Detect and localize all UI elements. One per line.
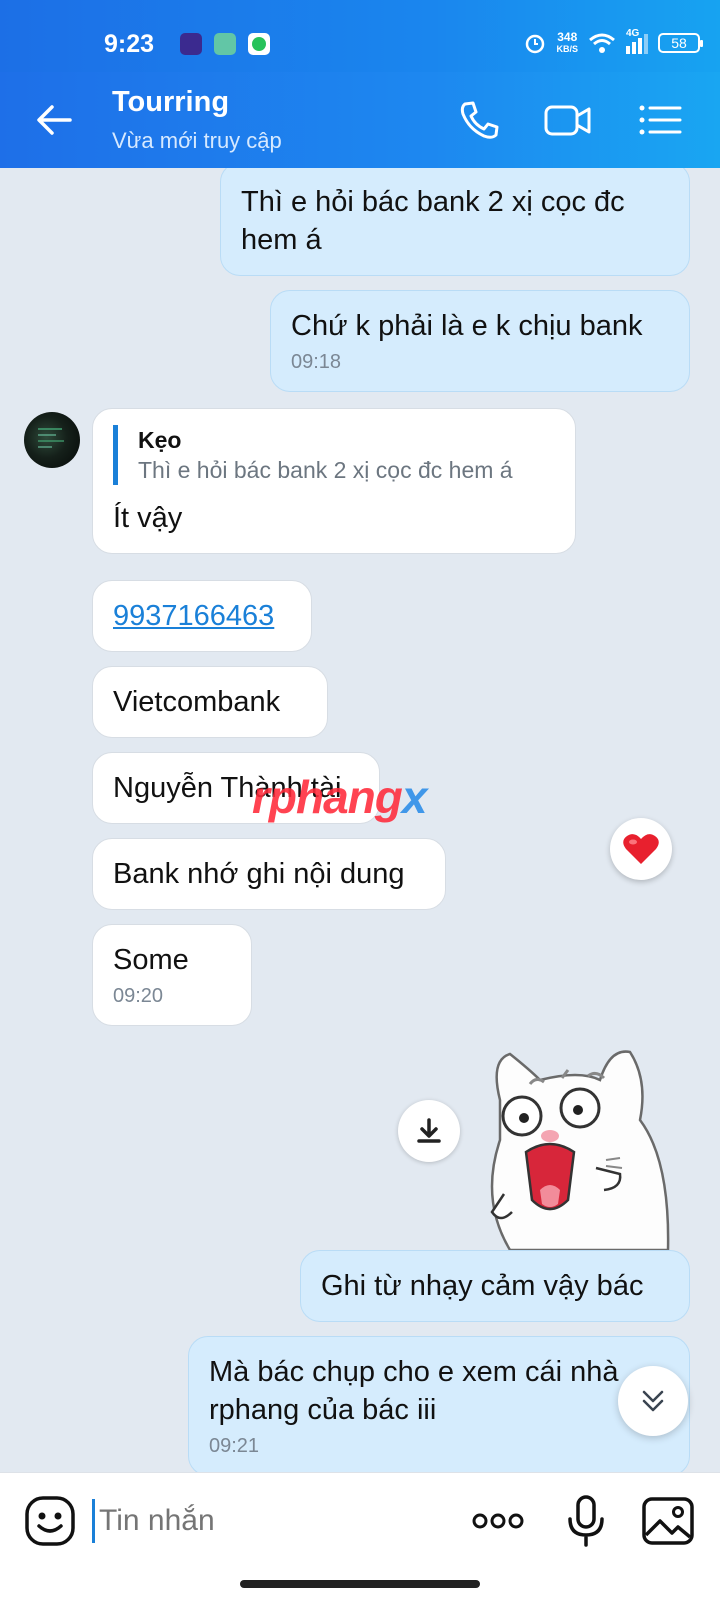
status-bar: 9:23 348 KB/S 4G 58 bbox=[0, 0, 720, 72]
emoji-icon[interactable] bbox=[22, 1493, 78, 1549]
alarm-icon bbox=[526, 34, 545, 54]
chat-notification-icon bbox=[248, 33, 270, 55]
quoted-text: Thì e hỏi bác bank 2 xị cọc đc hem á bbox=[138, 457, 513, 483]
message-text: Mà bác chụp cho e xem cái nhà rphang của… bbox=[209, 1356, 619, 1426]
image-icon[interactable] bbox=[640, 1493, 696, 1549]
phone-icon[interactable] bbox=[456, 98, 504, 142]
message-text: Vietcombank bbox=[113, 686, 281, 718]
status-time: 9:23 bbox=[104, 30, 155, 58]
video-call-icon[interactable] bbox=[544, 98, 592, 142]
battery-icon: 58 bbox=[658, 33, 703, 53]
chat-header: Tourring Vừa mới truy cập bbox=[0, 72, 720, 168]
app-notification-icon bbox=[180, 33, 202, 55]
home-gesture-bar[interactable] bbox=[240, 1580, 480, 1588]
message-time: 09:20 bbox=[113, 985, 164, 1007]
wifi-icon bbox=[589, 33, 615, 53]
quoted-sender: Kẹo bbox=[138, 427, 182, 453]
message-text: Ghi từ nhạy cảm vậy bác bbox=[321, 1270, 644, 1302]
network-speed: 348 KB/S bbox=[556, 30, 578, 54]
back-arrow-icon[interactable] bbox=[34, 100, 74, 140]
message-input[interactable] bbox=[92, 1499, 452, 1543]
message-bubble-incoming[interactable]: Some 09:20 bbox=[92, 924, 252, 1026]
double-chevron-down-icon bbox=[642, 1390, 664, 1412]
message-bubble-outgoing[interactable]: Thì e hỏi bác bank 2 xị cọc đc hem á bbox=[220, 168, 690, 276]
system-nav-bar bbox=[0, 1568, 720, 1600]
cell-signal-icon: 4G bbox=[626, 28, 648, 54]
message-bubble-incoming[interactable]: Kẹo Thì e hỏi bác bank 2 xị cọc đc hem á… bbox=[92, 408, 576, 554]
message-time: 09:18 bbox=[291, 351, 342, 373]
download-notification-icon bbox=[214, 33, 236, 55]
more-dots-icon[interactable] bbox=[470, 1493, 526, 1549]
heart-icon bbox=[623, 834, 659, 864]
scroll-to-bottom-button[interactable] bbox=[618, 1366, 688, 1436]
message-input-bar bbox=[0, 1472, 720, 1568]
message-bubble-outgoing[interactable]: Mà bác chụp cho e xem cái nhà rphang của… bbox=[188, 1336, 690, 1472]
message-bubble-incoming[interactable]: 9937166463 bbox=[92, 580, 312, 652]
contact-status: Vừa mới truy cập bbox=[112, 128, 282, 153]
message-bubble-outgoing[interactable]: Chứ k phải là e k chịu bank 09:18 bbox=[270, 290, 690, 392]
watermark: rphangx bbox=[252, 771, 427, 823]
message-list[interactable]: Thì e hỏi bác bank 2 xị cọc đc hem á Chứ… bbox=[0, 168, 720, 1472]
download-sticker-button[interactable] bbox=[398, 1100, 460, 1162]
message-text: Thì e hỏi bác bank 2 xị cọc đc hem á bbox=[241, 186, 625, 256]
message-bubble-incoming[interactable]: Bank nhớ ghi nội dung bbox=[92, 838, 446, 910]
message-text: Chứ k phải là e k chịu bank bbox=[291, 310, 643, 342]
message-bubble-incoming[interactable]: Vietcombank bbox=[92, 666, 328, 738]
menu-list-icon[interactable] bbox=[636, 98, 684, 142]
message-time: 09:21 bbox=[209, 1435, 260, 1457]
quoted-message[interactable]: Kẹo Thì e hỏi bác bank 2 xị cọc đc hem á bbox=[113, 425, 555, 485]
message-bubble-outgoing[interactable]: Ghi từ nhạy cảm vậy bác bbox=[300, 1250, 690, 1322]
microphone-icon[interactable] bbox=[558, 1493, 614, 1549]
phone-number-link[interactable]: 9937166463 bbox=[113, 600, 274, 632]
heart-reaction-button[interactable] bbox=[610, 818, 672, 880]
download-icon bbox=[417, 1118, 441, 1143]
cat-sticker[interactable] bbox=[470, 1040, 690, 1260]
message-text: Bank nhớ ghi nội dung bbox=[113, 858, 405, 890]
contact-name[interactable]: Tourring bbox=[112, 86, 229, 119]
message-text: Some bbox=[113, 944, 189, 976]
avatar[interactable] bbox=[24, 412, 80, 468]
message-text: Ít vậy bbox=[113, 502, 183, 534]
